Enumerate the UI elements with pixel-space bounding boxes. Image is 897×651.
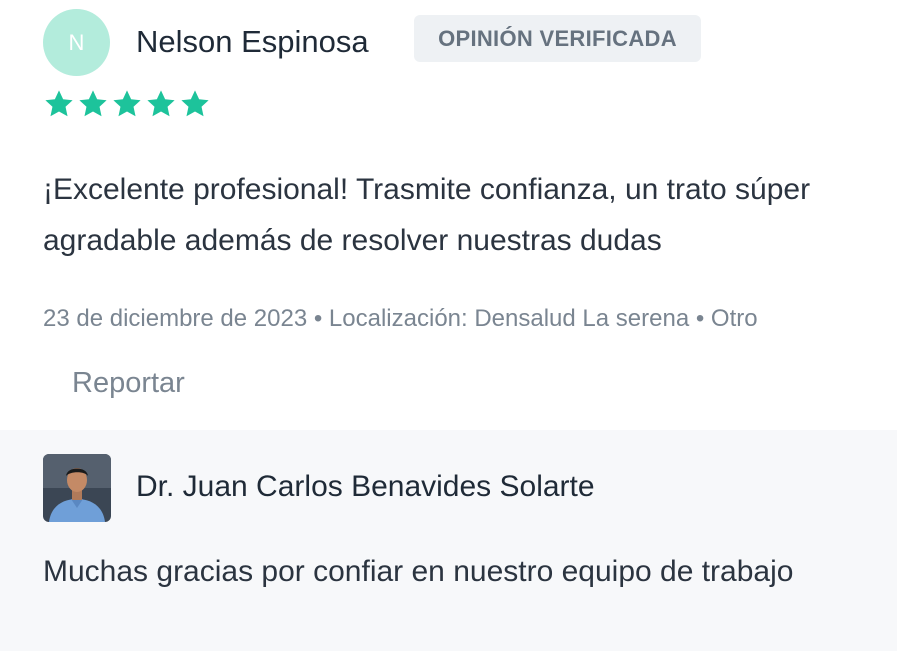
reply-text: Muchas gracias por confiar en nuestro eq… — [43, 555, 794, 588]
patient-review: N Nelson Espinosa OPINIÓN VERIFICADA ¡Ex… — [0, 0, 897, 430]
avatar-initial: N — [68, 29, 85, 55]
star-icon — [45, 90, 73, 117]
reviewer-avatar: N — [43, 9, 110, 76]
star-icon — [147, 90, 175, 117]
review-text: ¡Excelente profesional! Trasmite confian… — [43, 173, 811, 257]
review-card: N Nelson Espinosa OPINIÓN VERIFICADA ¡Ex… — [0, 0, 897, 651]
verified-review-badge: OPINIÓN VERIFICADA — [414, 15, 701, 62]
doctor-name: Dr. Juan Carlos Benavides Solarte — [136, 470, 595, 503]
star-rating — [43, 88, 211, 120]
report-link[interactable]: Reportar — [72, 365, 185, 401]
doctor-avatar — [43, 454, 111, 522]
star-icon — [181, 90, 209, 117]
star-icon — [113, 90, 141, 117]
reviewer-name: Nelson Espinosa — [136, 24, 369, 59]
doctor-reply: Dr. Juan Carlos Benavides Solarte Muchas… — [0, 430, 897, 651]
star-icon — [79, 90, 107, 117]
review-meta: 23 de diciembre de 2023 • Localización: … — [43, 305, 758, 332]
